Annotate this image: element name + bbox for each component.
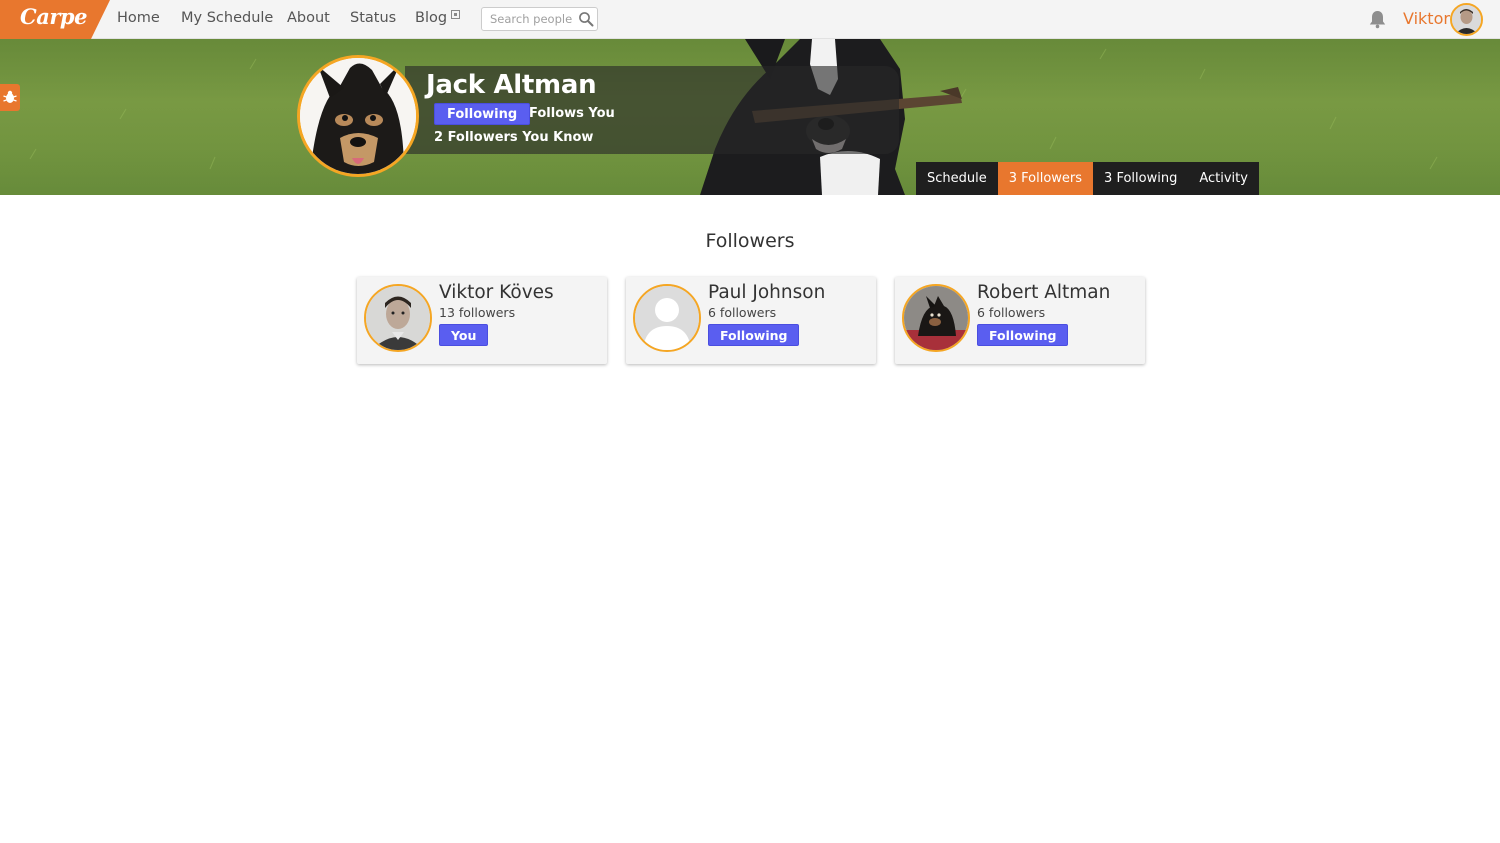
tab-schedule[interactable]: Schedule (916, 162, 998, 195)
follower-card-viktor[interactable]: Viktor Köves 13 followers You (357, 277, 607, 364)
profile-dog-photo (300, 58, 416, 174)
following-badge[interactable]: Following (708, 324, 800, 346)
robert-dog-photo (904, 286, 968, 350)
bug-report-tab[interactable] (0, 84, 20, 111)
follower-count: 6 followers (708, 305, 777, 320)
follower-card-robert[interactable]: Robert Altman 6 followers Following (895, 277, 1145, 364)
default-avatar-icon (635, 286, 699, 350)
top-navigation-bar: Carpe Home My Schedule About Status Blog… (0, 0, 1500, 39)
mutual-followers-link[interactable]: 2 Followers You Know (434, 130, 593, 145)
following-button[interactable]: Following (434, 103, 531, 125)
current-user-avatar[interactable] (1450, 3, 1483, 36)
follows-you-label: Follows You (529, 106, 615, 121)
search-people-input[interactable] (482, 8, 577, 30)
tab-activity[interactable]: Activity (1188, 162, 1259, 195)
bug-icon (3, 90, 17, 103)
nav-link-about[interactable]: About (287, 10, 330, 26)
section-title: Followers (705, 230, 795, 252)
follower-name[interactable]: Paul Johnson (708, 282, 825, 303)
tab-following[interactable]: 3 Following (1093, 162, 1189, 195)
search-box (481, 7, 598, 31)
nav-link-status[interactable]: Status (350, 10, 396, 26)
follower-count: 6 followers (977, 305, 1046, 320)
follower-count: 13 followers (439, 305, 516, 320)
follower-avatar[interactable] (364, 284, 432, 352)
notification-bell-icon[interactable] (1367, 9, 1388, 30)
nav-link-my-schedule[interactable]: My Schedule (181, 10, 273, 26)
current-user-name[interactable]: Viktor (1403, 9, 1450, 28)
follower-card-paul[interactable]: Paul Johnson 6 followers Following (626, 277, 876, 364)
tab-followers[interactable]: 3 Followers (997, 162, 1094, 195)
nav-link-home[interactable]: Home (117, 10, 160, 26)
nav-link-blog-label: Blog (415, 10, 448, 26)
user-avatar-image (1452, 5, 1481, 34)
you-badge: You (439, 324, 489, 346)
profile-tabs: Schedule 3 Followers 3 Following Activit… (916, 162, 1259, 195)
logo-text: Carpe (20, 4, 87, 29)
profile-avatar (297, 55, 419, 177)
carpe-logo[interactable]: Carpe (0, 0, 110, 39)
search-icon[interactable] (578, 11, 594, 27)
follower-name[interactable]: Robert Altman (977, 282, 1110, 303)
follower-name[interactable]: Viktor Köves (439, 282, 554, 303)
nav-link-blog[interactable]: Blog (415, 10, 461, 26)
follower-avatar[interactable] (902, 284, 970, 352)
profile-name: Jack Altman (426, 70, 597, 100)
viktor-photo (366, 286, 430, 350)
external-link-icon (451, 10, 461, 19)
follower-avatar[interactable] (633, 284, 701, 352)
following-badge[interactable]: Following (977, 324, 1069, 346)
